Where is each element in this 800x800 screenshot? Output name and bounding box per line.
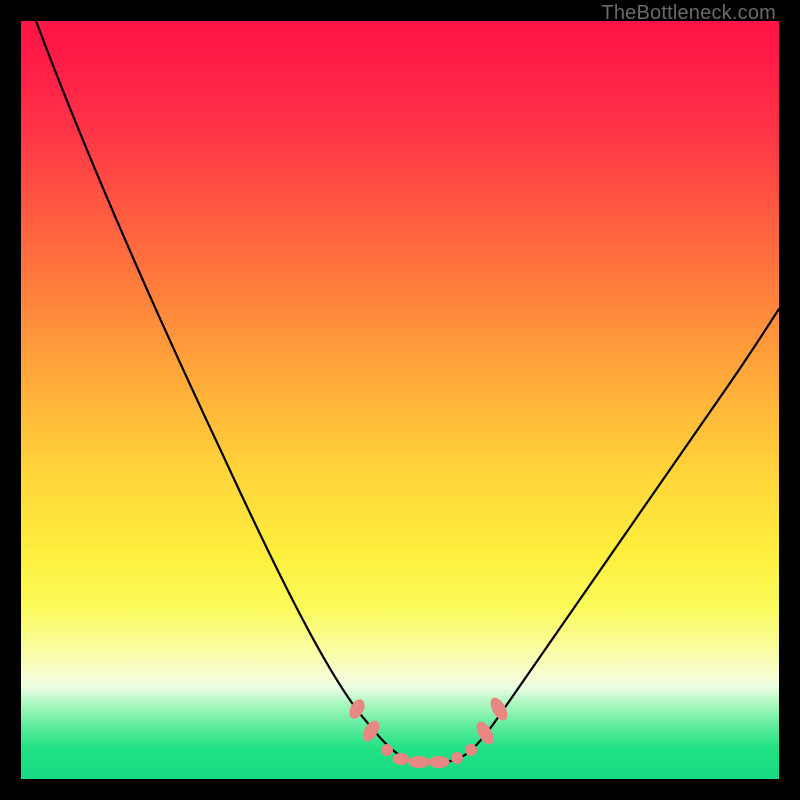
plot-area: [21, 21, 779, 779]
highlight-dots: [347, 696, 510, 768]
watermark-text: TheBottleneck.com: [601, 2, 776, 25]
bottleneck-curve: [36, 21, 779, 761]
curve-layer: [21, 21, 779, 779]
chart-frame: TheBottleneck.com: [0, 0, 800, 800]
